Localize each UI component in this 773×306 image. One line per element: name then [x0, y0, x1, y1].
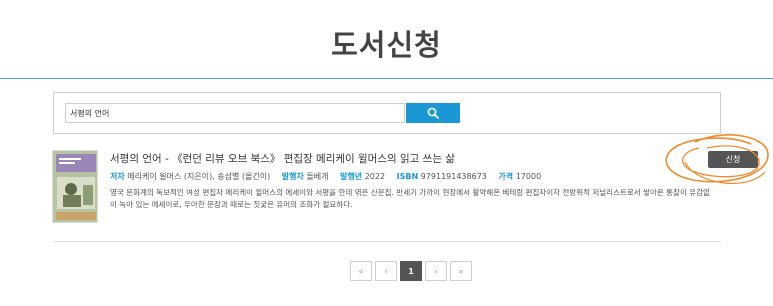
page-number-current[interactable]: 1: [400, 261, 422, 281]
isbn-label: ISBN: [396, 172, 419, 181]
last-page-button[interactable]: »: [450, 261, 472, 281]
title-divider: [0, 78, 773, 79]
search-icon: [427, 107, 439, 119]
search-input[interactable]: [65, 103, 405, 123]
author-label: 저자: [110, 172, 125, 181]
page-title: 도서신청: [331, 28, 442, 62]
search-button[interactable]: [406, 103, 460, 123]
publisher-label: 발행자: [281, 172, 304, 181]
book-description: 영국 문화계의 독보적인 여성 편집자 메리케이 윌머스의 에세이와 서평을 한…: [110, 188, 710, 209]
publisher-value: 돌베개: [306, 172, 329, 181]
book-meta: 저자 메리케이 윌머스 (지은이), 송섬별 (옮긴이) 발행자 돌베개 발행년…: [110, 171, 541, 182]
result-item: 서평의 언어 - 《런던 리뷰 오브 북스》 편집장 메리케이 윌머스의 읽고 …: [52, 143, 722, 233]
first-page-button[interactable]: «: [350, 261, 372, 281]
year-value: 2022: [364, 172, 386, 181]
book-request-page: 도서신청 서평의 언어 - 《런던 리뷰 오브 북스》 편: [0, 0, 773, 306]
year-label: 발행년: [340, 172, 363, 181]
author-value: 메리케이 윌머스 (지은이), 송섬별 (옮긴이): [127, 172, 271, 181]
list-divider: [53, 241, 721, 242]
price-label: 가격: [498, 172, 514, 181]
book-title[interactable]: 서평의 언어 - 《런던 리뷰 오브 북스》 편집장 메리케이 윌머스의 읽고 …: [110, 151, 455, 166]
book-cover-image[interactable]: [52, 150, 98, 223]
search-box: [53, 92, 721, 134]
pagination: « ‹ 1 › »: [350, 261, 475, 281]
prev-page-button[interactable]: ‹: [375, 261, 397, 281]
isbn-value: 9791191438673: [420, 172, 487, 181]
apply-button[interactable]: 신청: [708, 151, 758, 168]
next-page-button[interactable]: ›: [425, 261, 447, 281]
price-value: 17000: [515, 172, 542, 181]
